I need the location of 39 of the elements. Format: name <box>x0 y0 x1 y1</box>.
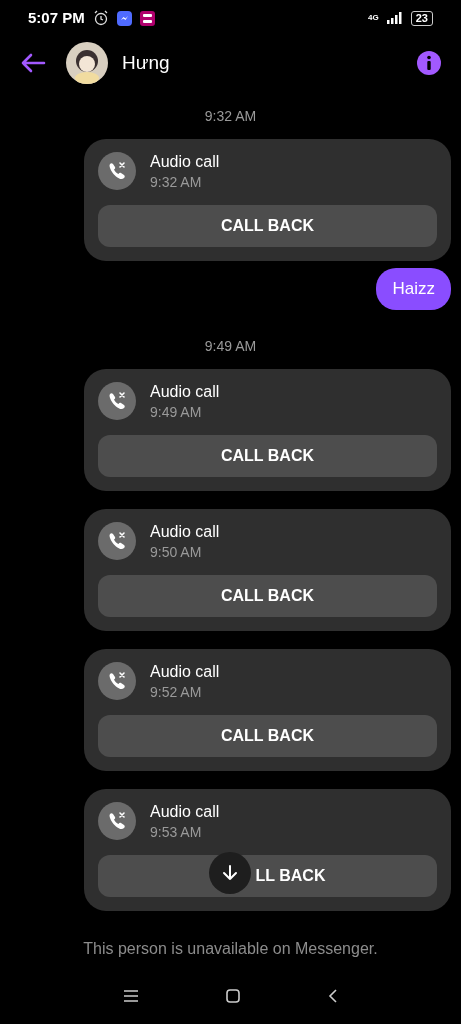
info-icon[interactable] <box>417 51 441 75</box>
missed-call-icon <box>98 661 136 700</box>
missed-call-icon <box>98 801 136 840</box>
call-back-button[interactable]: CALL BACK <box>98 714 437 757</box>
missed-call-icon <box>98 521 136 560</box>
call-title: Audio call <box>150 152 220 172</box>
call-back-button[interactable]: LL BACK <box>98 854 437 897</box>
call-title: Audio call <box>150 381 220 402</box>
contact-name: Hưng <box>122 50 171 75</box>
call-time: 9:52 AM <box>150 682 203 701</box>
chat-app-icon <box>116 10 132 26</box>
call-title: Audio call <box>150 801 220 822</box>
call-back-button[interactable]: CALL BACK <box>98 574 437 617</box>
missed-call-icon <box>98 381 136 420</box>
wallet-app-icon <box>139 10 155 26</box>
avatar[interactable] <box>66 42 108 84</box>
network-label: 4G <box>368 12 379 24</box>
sent-message-bubble: Haizz <box>376 268 451 310</box>
call-back-button[interactable]: CALL BACK <box>98 434 437 477</box>
unavailable-notice: This person is unavailable on Messenger. <box>83 938 378 959</box>
status-time: 5:07 PM <box>28 7 85 28</box>
back-icon[interactable] <box>328 989 337 1003</box>
arrow-down-icon <box>221 863 239 882</box>
call-time: 9:32 AM <box>150 173 203 191</box>
call-title: Audio call <box>150 661 220 682</box>
call-title: Audio call <box>150 521 220 542</box>
alarm-icon <box>92 10 109 26</box>
back-arrow-icon[interactable] <box>20 52 46 74</box>
home-icon[interactable] <box>226 989 240 1003</box>
time-divider: 9:32 AM <box>204 107 257 126</box>
signal-icon <box>386 12 403 24</box>
call-time: 9:50 AM <box>150 542 203 561</box>
battery-indicator: 23 <box>410 10 433 26</box>
missed-call-icon <box>98 152 136 190</box>
menu-icon[interactable] <box>124 990 138 1002</box>
call-time: 9:53 AM <box>150 822 203 841</box>
call-back-button[interactable]: CALL BACK <box>98 205 437 247</box>
call-time: 9:49 AM <box>150 402 203 421</box>
time-divider: 9:49 AM <box>204 336 257 356</box>
